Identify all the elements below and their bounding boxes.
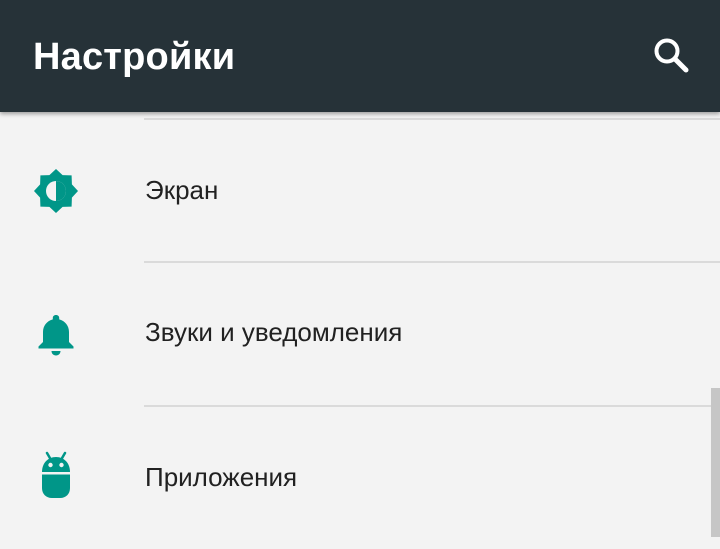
android-icon: [28, 448, 84, 504]
page-title: Настройки: [33, 36, 236, 78]
settings-list: Экран Звуки и уведомления Приложения: [0, 112, 720, 537]
settings-item-label: Приложения: [145, 462, 298, 492]
bell-icon: [28, 306, 84, 362]
settings-item-label: Экран: [145, 175, 219, 205]
search-icon: [654, 38, 689, 73]
settings-item-apps[interactable]: Приложения: [0, 407, 720, 549]
brightness-icon: [28, 163, 84, 219]
app-bar: Настройки: [0, 0, 720, 112]
scrollbar[interactable]: [711, 388, 720, 537]
search-button[interactable]: [650, 34, 692, 76]
settings-item-label: Звуки и уведомления: [145, 317, 403, 347]
settings-item-sounds[interactable]: Звуки и уведомления: [0, 263, 720, 405]
settings-item-display[interactable]: Экран: [0, 120, 720, 262]
